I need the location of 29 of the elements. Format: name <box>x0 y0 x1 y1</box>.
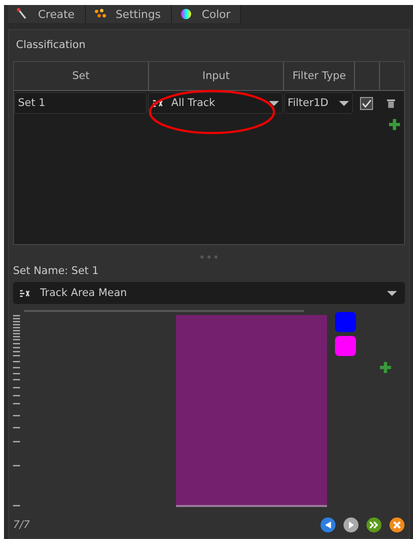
back-icon[interactable] <box>320 517 336 533</box>
fast-forward-icon[interactable] <box>366 517 382 533</box>
color-swatch[interactable] <box>335 336 356 356</box>
set-name-label: Set Name: Set 1 <box>13 265 100 279</box>
filter-type-dropdown[interactable]: Filter1D <box>284 92 354 114</box>
page-counter: 7/7 <box>13 519 30 531</box>
trash-icon[interactable] <box>387 98 396 108</box>
color-wheel-icon <box>180 8 192 20</box>
wand-icon <box>16 8 28 20</box>
track-icon <box>152 98 164 108</box>
tab[interactable]: Create <box>8 5 86 23</box>
add-icon[interactable] <box>389 119 400 130</box>
track-icon <box>19 288 30 298</box>
column-header: Set <box>14 62 149 91</box>
splitter-handle[interactable] <box>199 255 219 259</box>
set-name-field[interactable]: Set 1 <box>14 92 148 114</box>
close-icon[interactable] <box>389 517 405 533</box>
color-swatch[interactable] <box>335 312 356 332</box>
add-icon[interactable] <box>380 362 391 373</box>
play-icon[interactable] <box>343 517 359 533</box>
tab[interactable]: Color <box>172 5 242 23</box>
checkbox[interactable] <box>360 96 373 110</box>
tab[interactable]: Settings <box>86 5 172 23</box>
dots-icon <box>94 8 106 20</box>
column-header: Input <box>148 62 284 91</box>
statistic-dropdown[interactable]: Track Area Mean <box>13 282 405 304</box>
input-dropdown[interactable]: All Track <box>148 92 283 114</box>
section-title: Classification <box>15 38 86 53</box>
column-header: Filter Type <box>284 62 356 91</box>
